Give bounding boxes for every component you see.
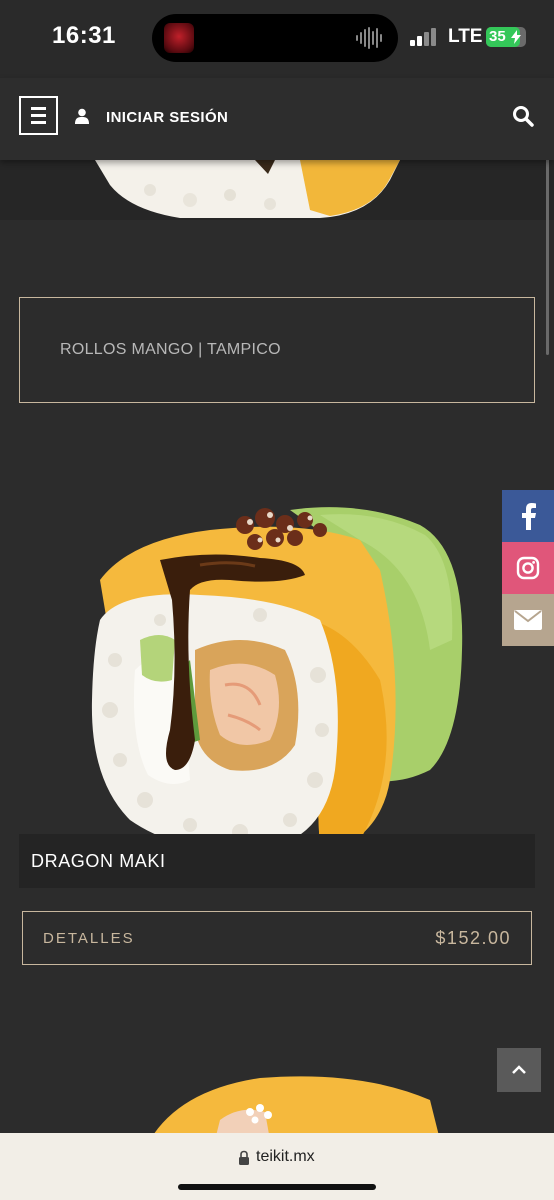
now-playing-thumbnail: [164, 23, 194, 53]
facebook-button[interactable]: [502, 490, 554, 542]
category-label: ROLLOS MANGO | TAMPICO: [60, 341, 281, 358]
status-time: 16:31: [52, 22, 116, 49]
lock-icon: [239, 1150, 249, 1165]
details-button[interactable]: DETALLES $152.00: [22, 911, 532, 965]
product-name: DRAGON MAKI: [31, 851, 166, 871]
url-text[interactable]: teikit.mx: [256, 1148, 315, 1166]
product-price: $152.00: [435, 928, 511, 948]
previous-product-image[interactable]: [0, 160, 554, 220]
signal-icon: [410, 28, 440, 46]
hamburger-icon: [31, 107, 46, 110]
envelope-icon: [514, 610, 542, 630]
instagram-icon: [516, 556, 540, 580]
instagram-button[interactable]: [502, 542, 554, 594]
details-label: DETALLES: [43, 930, 135, 947]
scrollbar[interactable]: [546, 150, 549, 355]
chevron-up-icon: [512, 1065, 526, 1074]
search-icon[interactable]: [512, 105, 534, 127]
browser-address-bar[interactable]: teikit.mx: [0, 1133, 554, 1200]
scroll-to-top-button[interactable]: [497, 1048, 541, 1092]
next-product-image[interactable]: [140, 1070, 440, 1140]
battery-icon: 35: [486, 27, 526, 47]
audio-wave-icon: [356, 26, 384, 50]
mail-button[interactable]: [502, 594, 554, 646]
dynamic-island: [152, 14, 398, 62]
network-type: LTE: [448, 26, 483, 47]
battery-level: 35: [489, 28, 506, 45]
status-bar: 16:31 LTE 35: [0, 0, 554, 78]
home-indicator[interactable]: [178, 1184, 376, 1190]
category-box[interactable]: ROLLOS MANGO | TAMPICO: [19, 297, 535, 403]
login-link[interactable]: INICIAR SESIÓN: [106, 109, 228, 126]
product-name-bar[interactable]: DRAGON MAKI: [19, 834, 535, 888]
user-icon: [75, 108, 89, 124]
facebook-icon: [522, 503, 536, 530]
product-image[interactable]: [60, 480, 480, 870]
menu-button[interactable]: [19, 96, 58, 135]
site-header: INICIAR SESIÓN: [0, 78, 554, 160]
